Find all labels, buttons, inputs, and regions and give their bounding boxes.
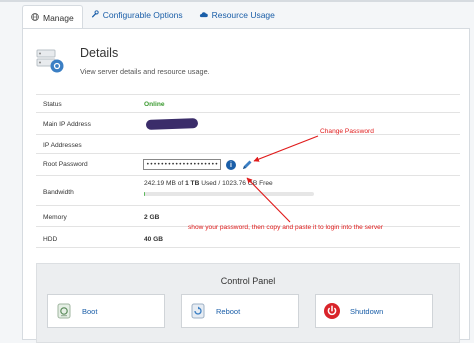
reboot-label: Reboot (216, 306, 241, 316)
status-label: Status (43, 101, 62, 108)
wrench-icon (91, 10, 99, 20)
tab-resource-usage-label: Resource Usage (211, 10, 275, 20)
memory-label: Memory (43, 214, 67, 221)
details-subtitle: View server details and resource usage. (80, 67, 210, 76)
control-panel: Control Panel Boot Reboot Shutdown (36, 263, 460, 343)
shutdown-button[interactable]: Shutdown (315, 294, 433, 328)
cloud-icon (199, 11, 208, 20)
status-row: Status Online (36, 94, 460, 112)
bandwidth-free: Used / 1023.76 GB Free (199, 180, 273, 187)
tab-manage[interactable]: Manage (22, 5, 83, 30)
bandwidth-progress-fill (144, 192, 146, 196)
memory-row: Memory 2 GB (36, 205, 460, 226)
shutdown-label: Shutdown (350, 306, 384, 316)
bandwidth-total: 1 TB (185, 180, 200, 187)
tab-configurable-options-label: Configurable Options (102, 10, 183, 20)
tab-configurable-options[interactable]: Configurable Options (83, 4, 191, 26)
info-icon[interactable]: i (226, 160, 236, 170)
ip-addresses-label: IP Addresses (43, 142, 82, 149)
power-icon (324, 303, 340, 319)
bandwidth-used: 242.19 MB of (144, 180, 186, 187)
main-ip-label: Main IP Address (43, 121, 91, 128)
boot-button[interactable]: Boot (47, 294, 165, 328)
bandwidth-label: Bandwidth (43, 189, 74, 196)
root-password-field[interactable] (143, 159, 221, 170)
root-password-label: Root Password (43, 161, 88, 168)
reboot-icon (190, 303, 206, 319)
boot-icon (56, 303, 72, 319)
bandwidth-value: 242.19 MB of 1 TB Used / 1023.76 GB Free (144, 180, 273, 187)
boot-label: Boot (82, 306, 98, 316)
hdd-value: 40 GB (144, 236, 164, 243)
reboot-button[interactable]: Reboot (181, 294, 299, 328)
pencil-icon[interactable] (241, 159, 253, 171)
memory-value: 2 GB (144, 214, 160, 221)
globe-icon (31, 12, 39, 23)
hdd-label: HDD (43, 236, 58, 243)
tab-resource-usage[interactable]: Resource Usage (191, 4, 283, 26)
bandwidth-row: Bandwidth 242.19 MB of 1 TB Used / 1023.… (36, 175, 460, 205)
redacted-ip (145, 118, 199, 130)
control-panel-title: Control Panel (220, 276, 276, 286)
details-title: Details (80, 46, 119, 60)
server-icon (36, 46, 66, 76)
main-ip-row: Main IP Address (36, 112, 460, 134)
tab-bar: Manage Configurable Options Resource Usa… (22, 4, 283, 30)
change-password-annotation: Change Password (320, 128, 374, 135)
tab-manage-label: Manage (43, 12, 74, 23)
ip-addresses-row: IP Addresses (36, 134, 460, 153)
show-password-annotation: show your password, then copy and paste … (188, 224, 383, 231)
bandwidth-progress (144, 192, 314, 196)
root-password-row: Root Password i (36, 153, 460, 175)
top-divider (0, 0, 474, 2)
status-value: Online (144, 101, 165, 108)
